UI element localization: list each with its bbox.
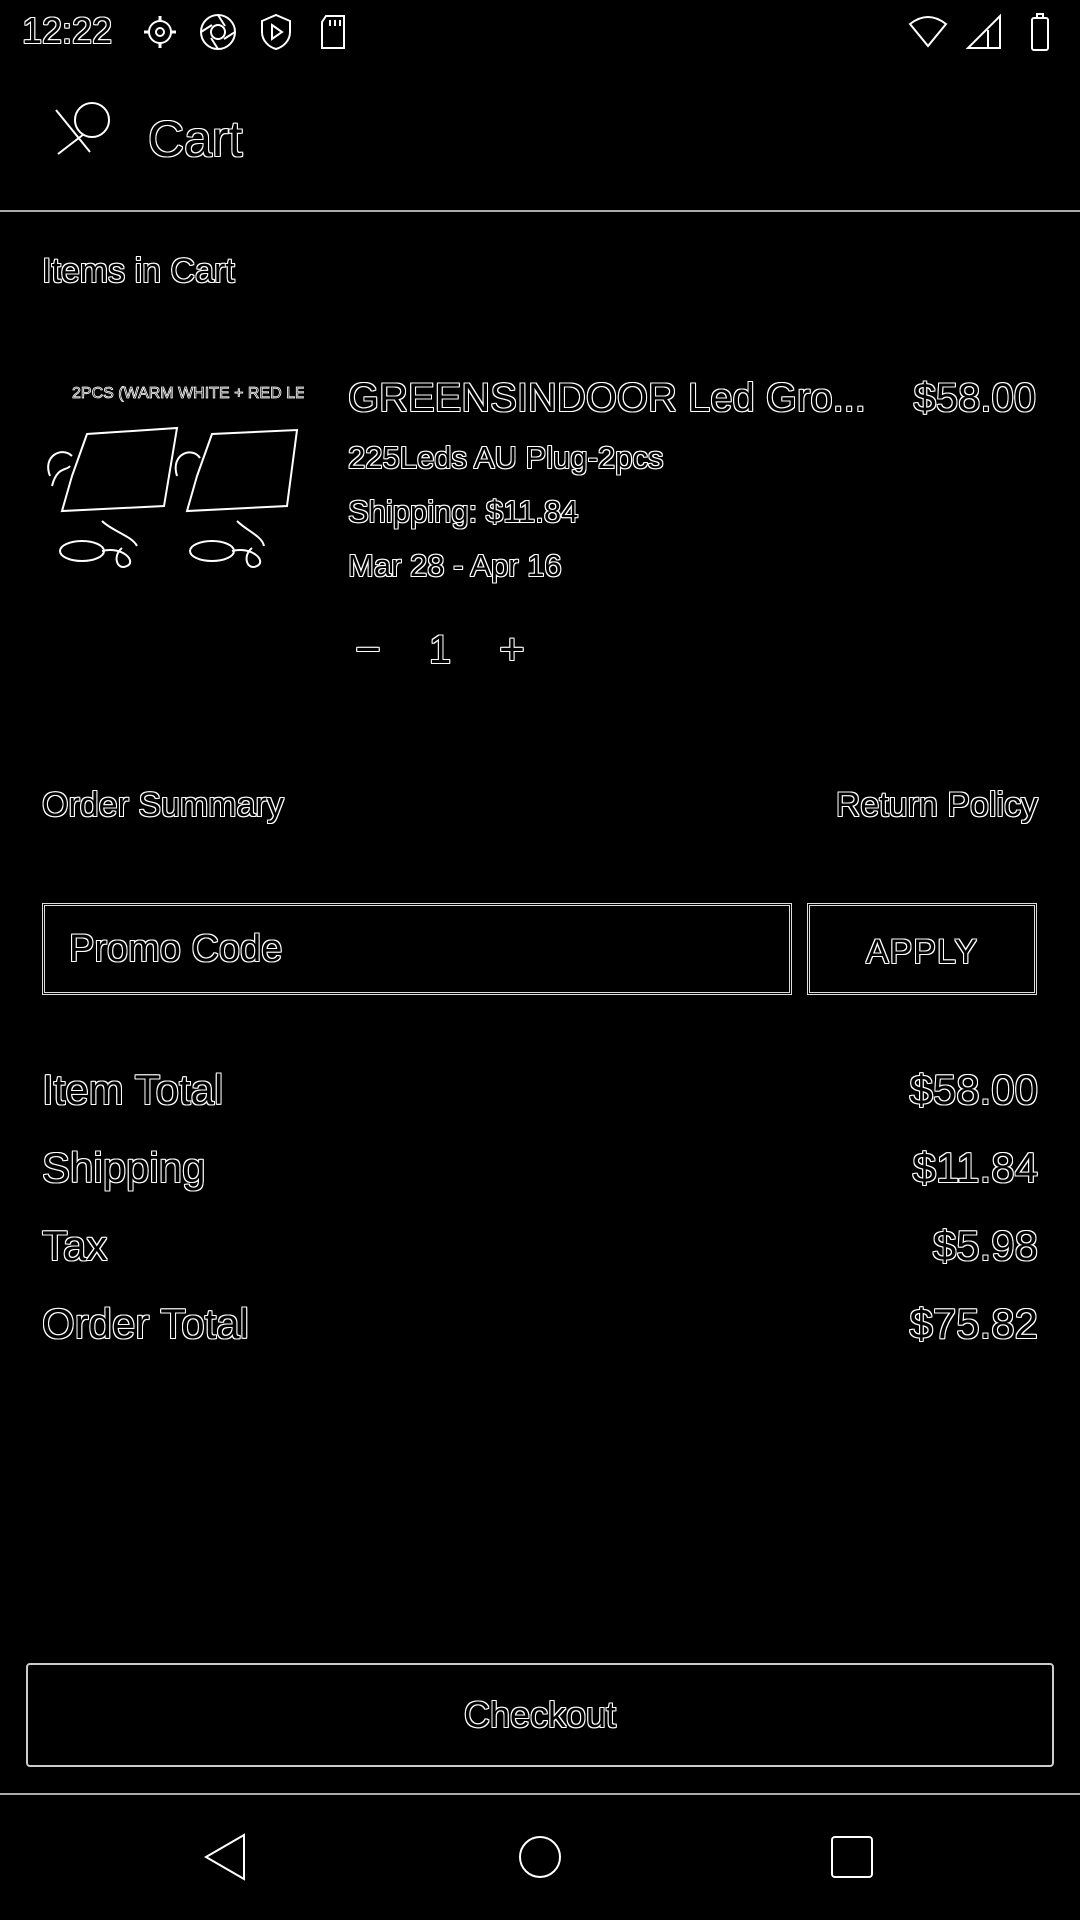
quantity-value: 1: [428, 628, 452, 672]
summary-row-order-total: Order Total $75.82: [42, 1300, 1038, 1360]
shield-play-icon: [261, 13, 291, 51]
decrease-quantity-button[interactable]: −: [348, 622, 388, 678]
signal-icon: [965, 13, 1001, 49]
battery-icon: [1031, 13, 1049, 51]
checkout-button[interactable]: Checkout: [26, 1663, 1054, 1767]
gear-icon: [144, 16, 176, 48]
product-price: $58.00: [913, 376, 1036, 420]
product-image[interactable]: 2PCS (WARM WHITE + RED LED): [42, 376, 304, 606]
apply-button-label: APPLY: [865, 933, 979, 971]
summary-amount: $58.00: [909, 1066, 1038, 1113]
app-logo-icon[interactable]: [48, 100, 118, 170]
back-icon[interactable]: [196, 1827, 256, 1887]
delivery-date: Mar 28 - Apr 16: [348, 548, 562, 583]
product-shipping: Shipping: $11.84: [348, 494, 579, 529]
increase-quantity-button[interactable]: +: [492, 622, 532, 678]
recents-icon[interactable]: [822, 1827, 882, 1887]
checkout-button-label: Checkout: [463, 1694, 617, 1735]
status-bar: 12:22: [0, 0, 1080, 64]
order-summary-title: Order Summary: [42, 786, 284, 824]
status-time: 12:22: [22, 10, 113, 51]
summary-amount: $11.84: [912, 1144, 1038, 1191]
wifi-icon: [908, 16, 948, 48]
product-image-caption: 2PCS (WARM WHITE + RED LED): [72, 385, 304, 402]
quantity-stepper: − 1 +: [348, 622, 548, 682]
product-name[interactable]: GREENSINDOOR Led Gro...: [348, 376, 868, 421]
summary-row-tax: Tax $5.98: [42, 1222, 1038, 1282]
summary-label: Tax: [42, 1222, 108, 1269]
summary-label: Order Total: [42, 1300, 249, 1347]
apply-button[interactable]: APPLY: [807, 903, 1037, 995]
summary-row-item-total: Item Total $58.00: [42, 1066, 1038, 1126]
home-icon[interactable]: [510, 1827, 570, 1887]
items-section-label: Items in Cart: [42, 252, 235, 290]
summary-label: Shipping: [42, 1144, 206, 1191]
header-divider: [0, 210, 1080, 212]
summary-amount: $75.82: [909, 1300, 1038, 1347]
app-header: Cart: [0, 72, 1080, 210]
promo-code-placeholder: Promo Code: [69, 928, 283, 970]
system-nav-bar: [0, 1795, 1080, 1920]
summary-amount: $5.98: [932, 1222, 1038, 1269]
page-title: Cart: [148, 111, 243, 167]
summary-row-shipping: Shipping $11.84: [42, 1144, 1038, 1204]
return-policy-link[interactable]: Return Policy: [836, 786, 1038, 825]
product-variant: 225Leds AU Plug-2pcs: [348, 440, 664, 475]
aperture-icon: [200, 14, 236, 50]
sd-card-icon: [321, 15, 345, 49]
summary-label: Item Total: [42, 1066, 224, 1113]
promo-code-input[interactable]: Promo Code: [42, 903, 792, 995]
